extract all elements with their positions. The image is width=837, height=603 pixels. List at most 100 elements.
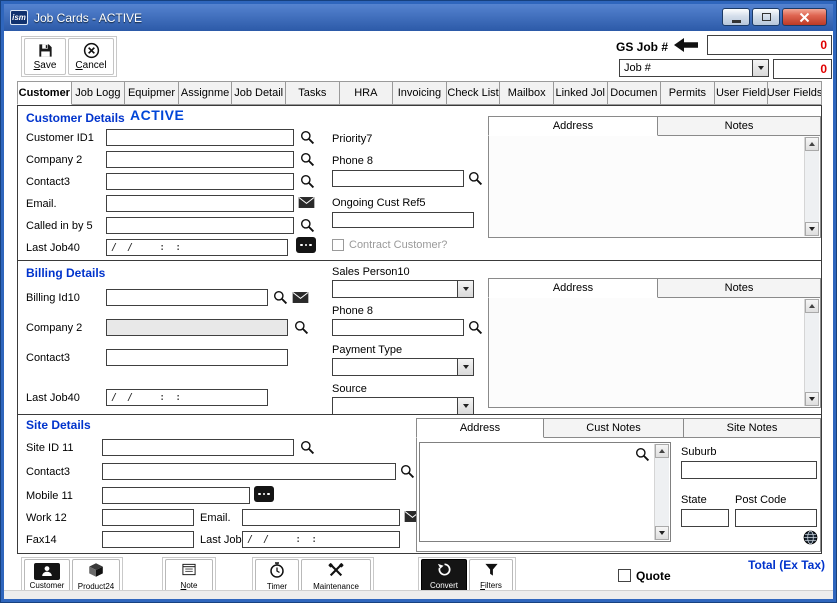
billing-address-textarea[interactable] [488,298,821,408]
site-last-job-input[interactable]: / / : : [242,531,400,548]
customer-address-scrollbar[interactable] [804,137,819,236]
tab-hra[interactable]: HRA [340,81,394,105]
billing-phone-input[interactable] [332,319,464,336]
billing-company-search-icon[interactable] [294,320,309,335]
convert-button-label: Convert [430,581,458,590]
chevron-down-icon[interactable] [457,281,473,297]
tab-job-detail[interactable]: Job Detail [232,81,286,105]
customer-id-input[interactable] [106,129,294,146]
site-address-scrollbar[interactable] [654,444,669,540]
site-fax-input[interactable] [102,531,194,548]
chevron-down-icon[interactable] [457,398,473,414]
ongoing-cust-ref-input[interactable] [332,212,474,228]
job-number-value-field[interactable]: 0 [773,59,832,79]
scroll-down-icon[interactable] [805,392,819,406]
tab-customer[interactable]: Customer [17,81,72,105]
customer-company-input[interactable] [106,151,294,168]
billing-id-search-icon[interactable] [273,290,288,305]
tab-user-fields[interactable]: User Fields [768,81,822,105]
customer-phone-input[interactable] [332,170,464,187]
site-email-input[interactable] [242,509,400,526]
site-work-input[interactable] [102,509,194,526]
site-id-input[interactable] [102,439,294,456]
customer-email-envelope-icon[interactable] [298,196,315,209]
tab-permits[interactable]: Permits [661,81,715,105]
site-id-search-icon[interactable] [300,440,315,455]
post-code-input[interactable] [735,509,817,527]
scroll-down-icon[interactable] [805,222,819,236]
maximize-button[interactable] [752,8,780,26]
site-mobile-input[interactable] [102,487,250,504]
contract-customer-checkbox[interactable] [332,239,344,251]
billing-contact-input[interactable] [106,349,288,366]
cancel-button[interactable]: Cancel [68,38,114,75]
customer-address-tab[interactable]: Address [488,116,658,136]
billing-notes-tab[interactable]: Notes [658,278,821,298]
sales-person-select[interactable] [332,280,474,298]
site-address-search-icon[interactable] [635,447,650,462]
scroll-down-icon[interactable] [655,526,669,540]
customer-phone-search-icon[interactable] [468,171,483,186]
scroll-up-icon[interactable] [805,299,819,313]
tab-job-logging[interactable]: Job Logg [72,81,126,105]
site-mobile-more-button[interactable] [254,486,274,502]
tab-user-field[interactable]: User Field [715,81,769,105]
customer-contact-input[interactable] [106,173,294,190]
tab-mailbox[interactable]: Mailbox [500,81,554,105]
customer-last-job-more-button[interactable] [296,237,316,253]
billing-email-envelope-icon[interactable] [292,291,309,304]
tab-equipment[interactable]: Equipmer [125,81,179,105]
customer-address-textarea[interactable] [488,136,821,238]
note-button[interactable]: Note [165,559,213,593]
state-input[interactable] [681,509,729,527]
suburb-input[interactable] [681,461,817,479]
customer-button[interactable]: Customer [24,559,70,593]
tab-assignment[interactable]: Assignme [179,81,233,105]
save-button[interactable]: Save [24,38,66,75]
called-in-by-input[interactable] [106,217,294,234]
quote-checkbox[interactable] [618,569,631,582]
gs-job-number-field[interactable]: 0 [707,35,832,55]
timer-button[interactable]: Timer [255,559,299,593]
customer-contact-search-icon[interactable] [300,174,315,189]
billing-phone-search-icon[interactable] [468,320,483,335]
site-contact-input[interactable] [102,463,396,480]
globe-icon[interactable] [803,530,818,545]
job-number-select[interactable]: Job # [619,59,769,77]
product-button[interactable]: Product24 [72,559,120,593]
site-address-notes-tabs: Address Cust Notes Site Notes Sub [416,418,821,552]
customer-email-input[interactable] [106,195,294,212]
scroll-up-icon[interactable] [655,444,669,458]
tab-documents[interactable]: Documen [608,81,662,105]
tab-linked-jobs[interactable]: Linked Jol [554,81,608,105]
customer-address-notes-tabs: Address Notes [488,116,821,238]
customer-last-job-input[interactable]: / / : : [106,239,288,256]
site-contact-search-icon[interactable] [400,464,415,479]
close-button[interactable] [782,8,827,26]
billing-id-input[interactable] [106,289,268,306]
site-cust-notes-tab[interactable]: Cust Notes [544,418,684,438]
maintenance-button[interactable]: Maintenance [301,559,371,593]
payment-type-select[interactable] [332,358,474,376]
note-icon [181,562,197,580]
site-address-textarea[interactable] [419,442,671,542]
tab-invoicing[interactable]: Invoicing [393,81,447,105]
minimize-button[interactable] [722,8,750,26]
billing-address-scrollbar[interactable] [804,299,819,406]
chevron-down-icon[interactable] [752,60,768,76]
tab-tasks[interactable]: Tasks [286,81,340,105]
site-site-notes-tab[interactable]: Site Notes [684,418,821,438]
customer-notes-tab[interactable]: Notes [658,116,821,136]
billing-address-tab[interactable]: Address [488,278,658,298]
convert-button[interactable]: Convert [421,559,467,593]
filters-button[interactable]: Filters [469,559,513,593]
chevron-down-icon[interactable] [457,359,473,375]
called-in-by-search-icon[interactable] [300,218,315,233]
billing-last-job-input[interactable]: / / : : [106,389,268,406]
customer-company-search-icon[interactable] [300,152,315,167]
site-address-tab[interactable]: Address [416,418,544,438]
scroll-up-icon[interactable] [805,137,819,151]
customer-id-search-icon[interactable] [300,130,315,145]
source-select[interactable] [332,397,474,415]
tab-check-list[interactable]: Check List [447,81,501,105]
